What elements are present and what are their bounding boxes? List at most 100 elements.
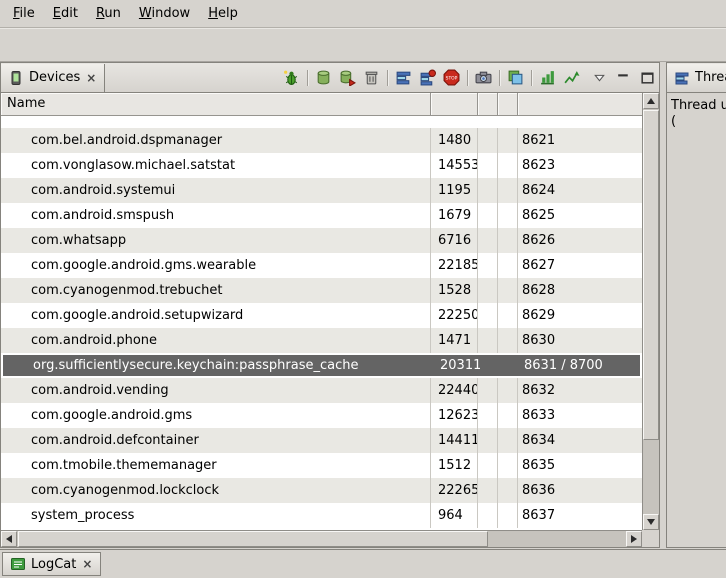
process-pid: 6716 xyxy=(431,228,478,253)
blank-cell xyxy=(480,355,500,376)
scroll-down-button[interactable] xyxy=(643,514,659,530)
process-name: com.android.systemui xyxy=(1,178,431,203)
method-profiling-icon[interactable] xyxy=(419,69,436,86)
blank-cell xyxy=(478,453,498,478)
stop-process-icon[interactable]: STOP xyxy=(443,69,460,86)
close-icon[interactable]: × xyxy=(81,557,93,571)
horizontal-scroll-thumb[interactable] xyxy=(18,531,488,547)
blank-cell xyxy=(498,503,518,528)
table-row[interactable]: com.android.systemui 1195 8624 xyxy=(1,178,642,203)
tab-devices[interactable]: Devices × xyxy=(1,64,105,92)
menu-file[interactable]: File xyxy=(4,3,44,24)
partial-row xyxy=(1,116,642,128)
tab-devices-label: Devices xyxy=(29,70,80,85)
system-info-icon[interactable] xyxy=(539,69,556,86)
tab-threads[interactable]: Threa xyxy=(667,64,726,92)
table-row[interactable]: com.bel.android.dspmanager 1480 8621 xyxy=(1,128,642,153)
process-port: 8625 xyxy=(518,203,642,228)
table-row[interactable]: com.cyanogenmod.trebuchet 1528 8628 xyxy=(1,278,642,303)
table-row[interactable]: org.sufficientlysecure.keychain:passphra… xyxy=(1,353,642,378)
table-row[interactable]: system_process 964 8637 xyxy=(1,503,642,528)
process-pid: 22250 xyxy=(431,303,478,328)
table-row[interactable]: com.android.vending 22440 8632 xyxy=(1,378,642,403)
column-header-blank[interactable] xyxy=(498,93,518,115)
process-pid: 22265 xyxy=(431,478,478,503)
screenshot-icon[interactable] xyxy=(475,69,492,86)
scroll-left-button[interactable] xyxy=(1,531,17,547)
process-port: 8628 xyxy=(518,278,642,303)
toolbar-separator xyxy=(499,70,500,86)
toolbar-separator xyxy=(467,70,468,86)
scroll-up-button[interactable] xyxy=(643,93,659,109)
process-pid: 1471 xyxy=(431,328,478,353)
menu-edit[interactable]: Edit xyxy=(44,3,87,24)
view-hierarchy-icon[interactable] xyxy=(507,69,524,86)
column-header-pid[interactable] xyxy=(431,93,478,115)
tab-threads-label: Threa xyxy=(695,70,726,85)
vertical-scroll-thumb[interactable] xyxy=(643,110,659,440)
process-port: 8621 xyxy=(518,128,642,153)
scroll-right-button[interactable] xyxy=(626,531,642,547)
bottom-bar: LogCat × xyxy=(0,549,726,578)
devices-toolbar: STOP xyxy=(283,69,659,86)
blank-cell xyxy=(498,428,518,453)
vertical-scrollbar[interactable] xyxy=(642,93,659,530)
process-name: com.bel.android.dspmanager xyxy=(1,128,431,153)
maximize-icon[interactable] xyxy=(639,69,656,86)
table-row[interactable]: com.google.android.gms 12623 8633 xyxy=(1,403,642,428)
process-pid: 1480 xyxy=(431,128,478,153)
blank-cell xyxy=(478,203,498,228)
blank-cell xyxy=(478,153,498,178)
blank-cell xyxy=(498,303,518,328)
update-heap-icon[interactable] xyxy=(315,69,332,86)
process-port: 8626 xyxy=(518,228,642,253)
process-port: 8627 xyxy=(518,253,642,278)
table-row[interactable]: com.vonglasow.michael.satstat 14553 8623 xyxy=(1,153,642,178)
minimize-icon[interactable] xyxy=(615,69,632,86)
blank-cell xyxy=(478,378,498,403)
blank-cell xyxy=(478,178,498,203)
menu-window[interactable]: Window xyxy=(130,3,199,24)
process-port: 8633 xyxy=(518,403,642,428)
table-row[interactable]: com.cyanogenmod.lockclock 22265 8636 xyxy=(1,478,642,503)
blank-cell xyxy=(478,503,498,528)
column-header-name[interactable]: Name xyxy=(1,93,431,115)
horizontal-scrollbar[interactable] xyxy=(1,530,642,547)
cause-gc-icon[interactable] xyxy=(363,69,380,86)
menu-help[interactable]: Help xyxy=(199,3,247,24)
table-row[interactable]: com.google.android.setupwizard 22250 862… xyxy=(1,303,642,328)
table-row[interactable]: com.google.android.gms.wearable 22185 86… xyxy=(1,253,642,278)
column-header-port[interactable] xyxy=(518,93,642,115)
opengl-trace-icon[interactable] xyxy=(563,69,580,86)
update-threads-icon[interactable] xyxy=(395,69,412,86)
process-port: 8623 xyxy=(518,153,642,178)
process-name: com.android.smspush xyxy=(1,203,431,228)
tab-logcat[interactable]: LogCat × xyxy=(2,552,101,576)
process-name: com.vonglasow.michael.satstat xyxy=(1,153,431,178)
blank-cell xyxy=(478,228,498,253)
process-port: 8635 xyxy=(518,453,642,478)
view-menu-icon[interactable] xyxy=(591,69,608,86)
process-pid: 1679 xyxy=(431,203,478,228)
blank-cell xyxy=(478,428,498,453)
process-pid: 964 xyxy=(431,503,478,528)
close-icon[interactable]: × xyxy=(85,71,97,85)
table-row[interactable]: com.whatsapp 6716 8626 xyxy=(1,228,642,253)
process-name: com.android.vending xyxy=(1,378,431,403)
process-port: 8637 xyxy=(518,503,642,528)
process-pid: 14411 xyxy=(431,428,478,453)
column-header-blank[interactable] xyxy=(478,93,498,115)
dump-hprof-icon[interactable] xyxy=(339,69,356,86)
device-table: Name com.bel.android.dspmanager 1480 862… xyxy=(1,93,659,547)
table-row[interactable]: com.android.phone 1471 8630 xyxy=(1,328,642,353)
table-row[interactable]: com.android.smspush 1679 8625 xyxy=(1,203,642,228)
threads-message-line2: ( xyxy=(671,114,726,130)
process-name: com.android.defcontainer xyxy=(1,428,431,453)
process-port: 8632 xyxy=(518,378,642,403)
table-row[interactable]: com.tmobile.thememanager 1512 8635 xyxy=(1,453,642,478)
menu-run[interactable]: Run xyxy=(87,3,130,24)
process-name: com.tmobile.thememanager xyxy=(1,453,431,478)
devices-panel-header: Devices × xyxy=(1,63,659,93)
debug-icon[interactable] xyxy=(283,69,300,86)
table-row[interactable]: com.android.defcontainer 14411 8634 xyxy=(1,428,642,453)
